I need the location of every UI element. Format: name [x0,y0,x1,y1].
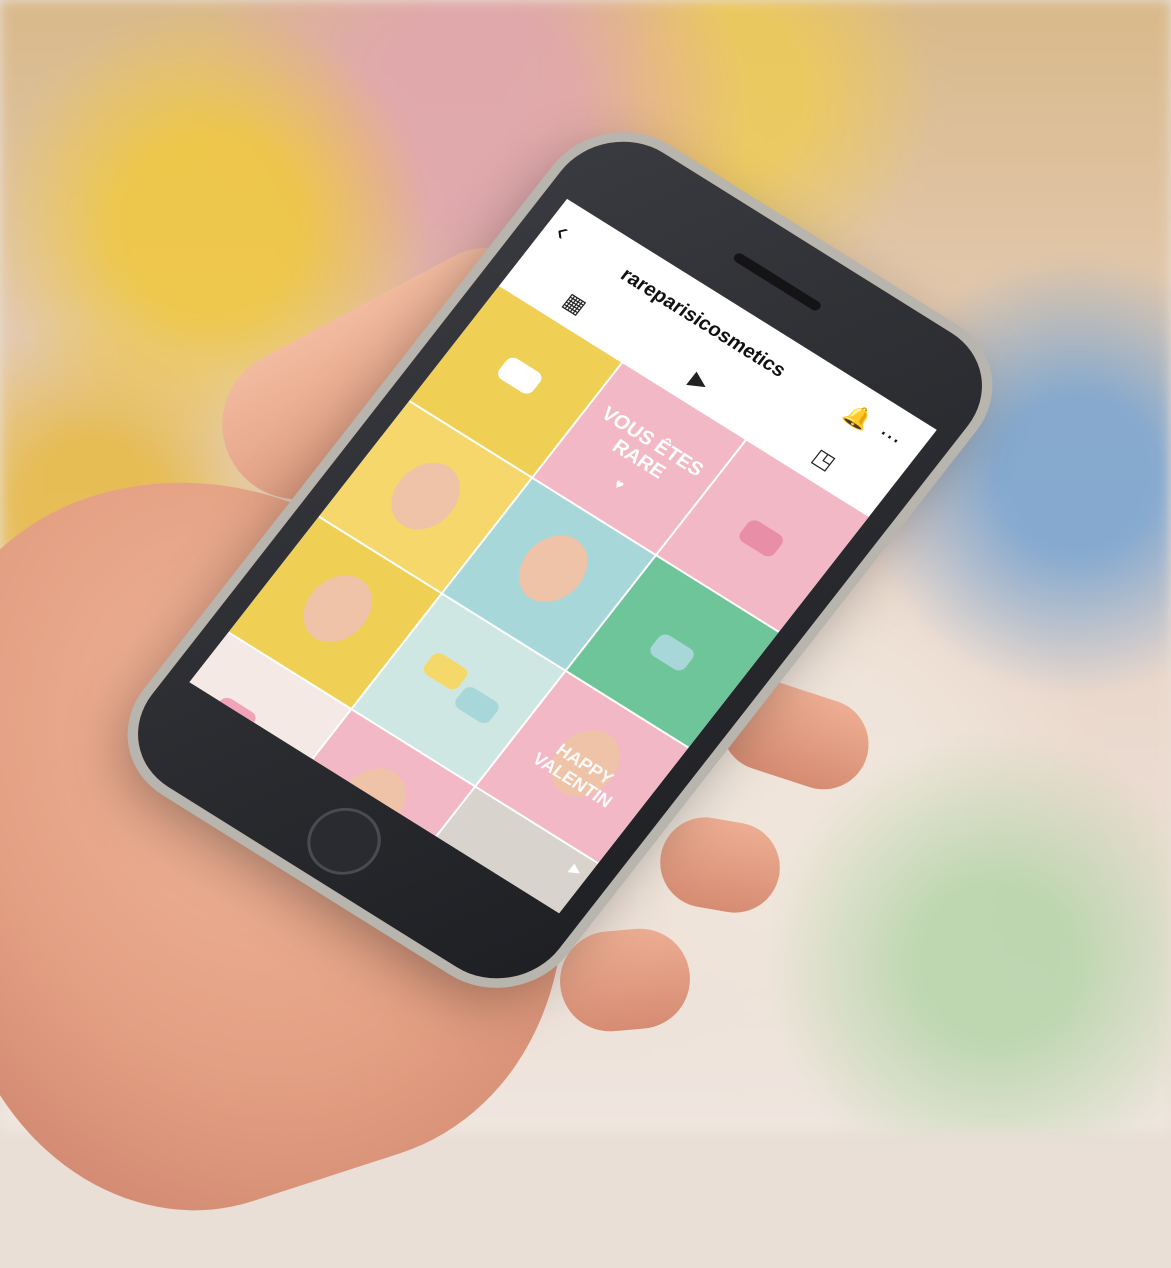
product-jar [494,354,545,397]
bell-icon[interactable]: 🔔 [838,400,878,435]
tagged-icon[interactable]: ◳ [802,440,846,480]
model-face [289,563,387,654]
more-icon[interactable]: ⋯ [872,421,907,453]
product-jar [420,650,471,693]
post-text: VOUS ÊTES RARE [596,402,708,484]
product-jar [736,517,787,560]
phone-speaker [731,251,823,313]
product-jar [208,694,259,737]
back-chevron-icon[interactable]: ‹ [549,216,576,246]
model-face [377,450,475,542]
product-jar [451,684,502,726]
home-button[interactable] [292,795,396,888]
reel-badge-icon: ▶ [566,860,586,879]
model-face [504,523,602,614]
product-jar [647,631,698,674]
grid-icon[interactable]: ▦ [553,284,597,324]
reels-icon[interactable]: ▶ [677,362,721,402]
